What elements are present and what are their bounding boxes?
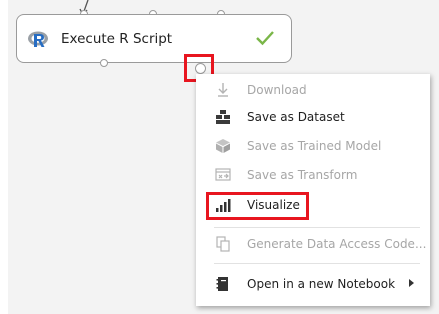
execute-r-script-module[interactable]: Execute R Script (16, 14, 292, 63)
menu-label-save-as-trained-model: Save as Trained Model (247, 139, 382, 153)
submenu-arrow-icon (409, 279, 414, 287)
r-logo-icon (28, 31, 48, 47)
notebook-icon (216, 277, 228, 291)
dataset-icon (216, 110, 230, 124)
menu-separator (214, 227, 420, 228)
menu-label-save-as-dataset: Save as Dataset (247, 110, 345, 124)
menu-item-save-as-trained-model[interactable]: Save as Trained Model (196, 135, 430, 157)
menu-label-generate-data-access-code: Generate Data Access Code... (247, 237, 427, 251)
transform-icon (215, 168, 231, 181)
menu-label-open-in-new-notebook: Open in a new Notebook (247, 277, 396, 291)
output-port-1[interactable] (100, 59, 108, 67)
module-title: Execute R Script (61, 31, 173, 47)
output-context-menu: Download Save as Dataset Save as Trained… (196, 74, 430, 306)
menu-item-open-in-new-notebook[interactable]: Open in a new Notebook (196, 273, 430, 295)
menu-item-save-as-transform[interactable]: Save as Transform (196, 164, 430, 186)
menu-separator (214, 263, 420, 264)
menu-item-save-as-dataset[interactable]: Save as Dataset (196, 106, 430, 128)
menu-item-download[interactable]: Download (196, 79, 430, 101)
visualize-highlight-box (206, 192, 309, 220)
code-icon (216, 236, 230, 252)
trained-model-icon (216, 139, 230, 153)
output-port-ring (195, 63, 206, 74)
menu-label-save-as-transform: Save as Transform (247, 168, 358, 182)
check-icon (256, 31, 274, 46)
menu-item-generate-data-access-code[interactable]: Generate Data Access Code... (196, 233, 430, 255)
download-icon (218, 83, 228, 97)
menu-label-download: Download (247, 83, 307, 97)
